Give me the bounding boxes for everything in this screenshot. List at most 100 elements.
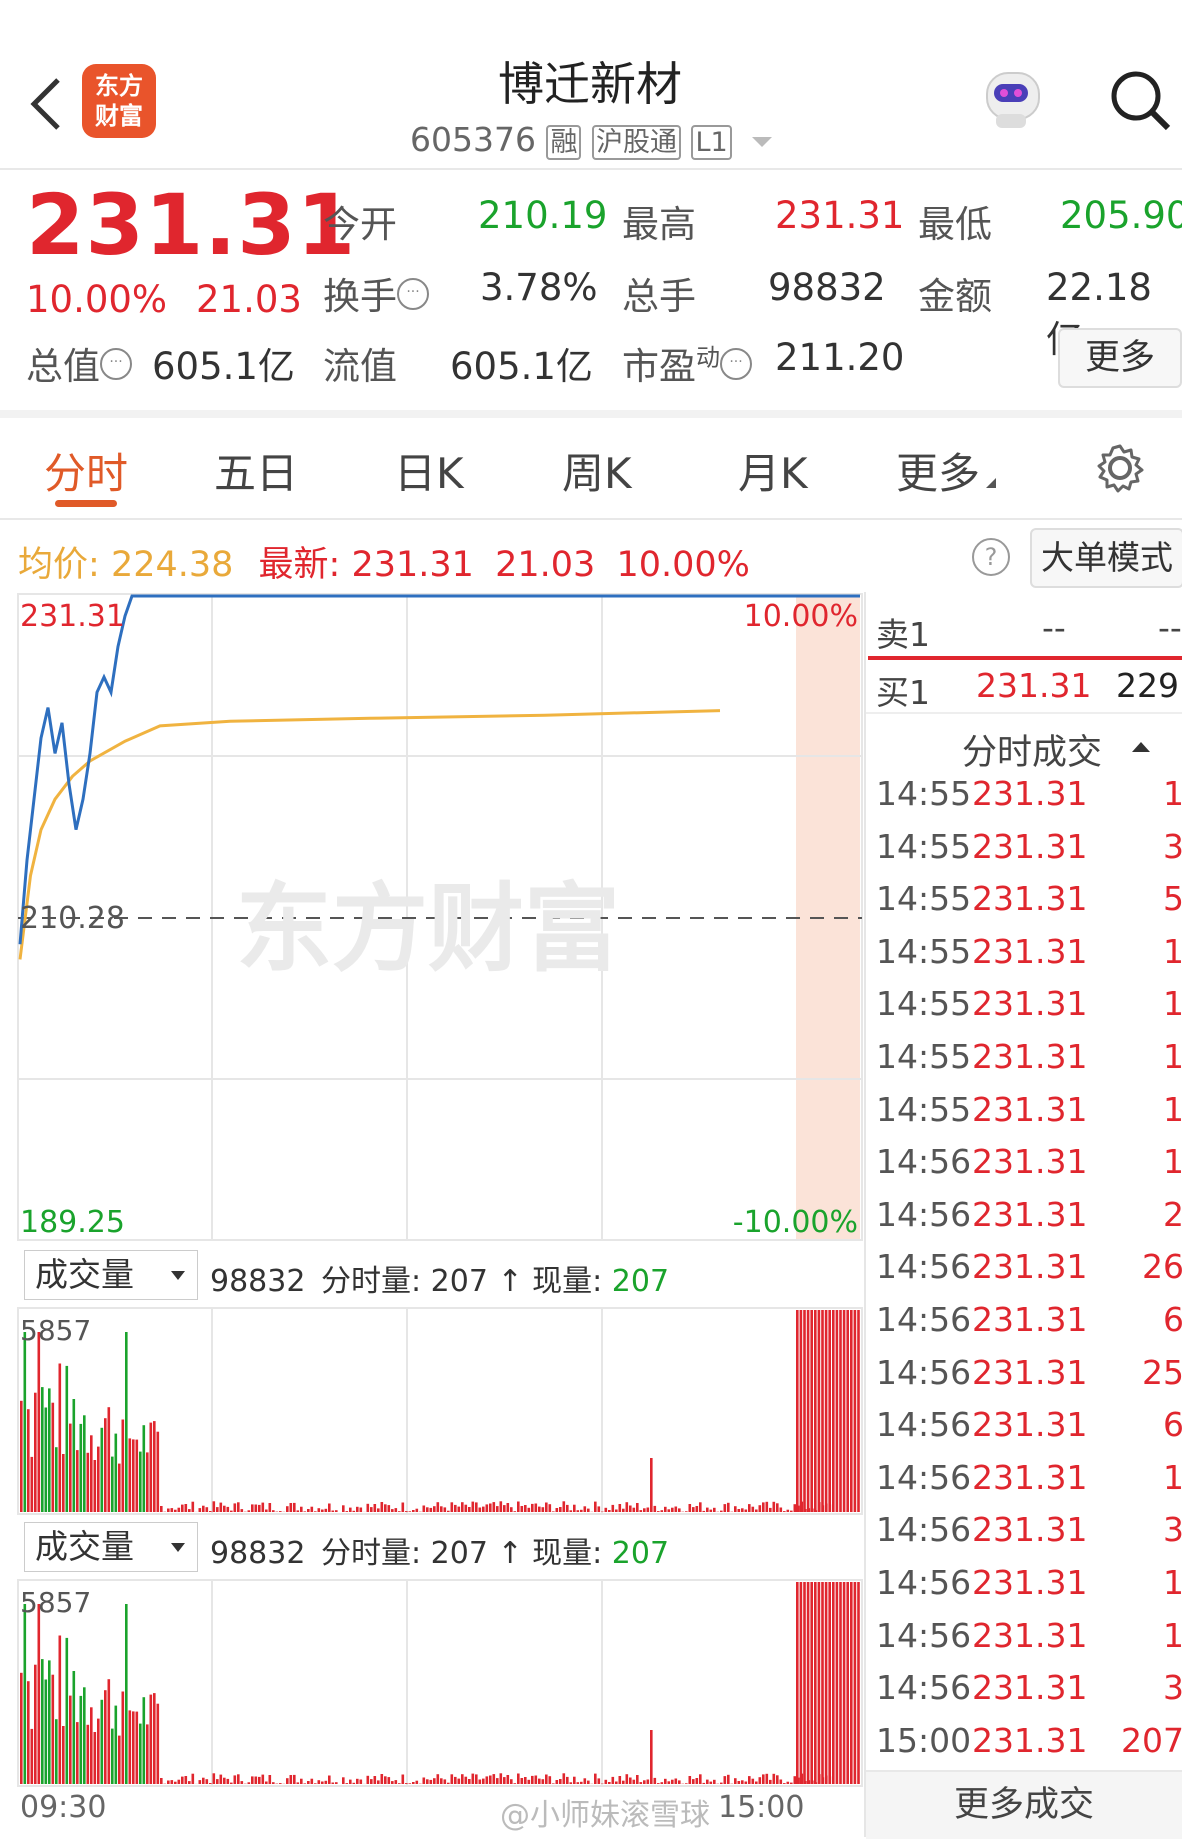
trade-qty: 1 (1163, 1142, 1182, 1181)
pe-sup: 动 (696, 344, 720, 372)
open-value: 210.19 (478, 194, 607, 237)
more-trades-label: 更多成交 (954, 1785, 1094, 1825)
volume-bar (762, 1502, 765, 1512)
trade-time: 14:55 (876, 774, 971, 813)
volume-bar (517, 1502, 520, 1513)
volume-bar (153, 1421, 156, 1512)
volume-bar (311, 1779, 314, 1784)
volume-bar (101, 1700, 104, 1784)
intraday-price-chart[interactable]: 东方财富 231.31 210.28 189.25 10.00% -10.00% (0, 592, 866, 1242)
volume-bar (608, 1782, 611, 1784)
volume-bar (800, 1582, 803, 1784)
volume-bar (689, 1504, 692, 1512)
tab-wuri[interactable]: 五日 (214, 440, 298, 501)
volume-select-1[interactable]: 成交量 (24, 1250, 198, 1300)
dropdown-icon[interactable] (752, 137, 772, 147)
volume-bar (94, 1732, 97, 1784)
corner-arrow-icon (986, 478, 996, 488)
volume-bar (612, 1505, 615, 1512)
volume-bar (55, 1719, 58, 1784)
tab-zhouk[interactable]: 周K (562, 440, 632, 501)
volume-bar (580, 1782, 583, 1784)
volume-bar (787, 1782, 790, 1784)
volume-bar (570, 1510, 573, 1512)
volume-bar (542, 1507, 545, 1512)
info-icon[interactable]: ··· (720, 348, 752, 380)
logo-line2: 财富 (82, 101, 156, 131)
volume-bar (440, 1778, 443, 1784)
volume-select-2[interactable]: 成交量 (24, 1522, 198, 1572)
tab-yuek[interactable]: 月K (738, 440, 808, 501)
help-icon[interactable]: ? (972, 538, 1010, 576)
trade-time: 14:56 (876, 1142, 971, 1181)
trade-qty: 2 (1163, 1195, 1182, 1234)
chevron-left-icon[interactable] (28, 76, 64, 132)
volume-bar (178, 1508, 181, 1512)
volume-bar (482, 1507, 485, 1512)
mktcap-label-text: 总值 (26, 345, 100, 388)
volume-bar (794, 1504, 797, 1512)
volume-bar (27, 1409, 30, 1512)
trade-price: 231.31 (972, 1458, 1087, 1497)
volume-bar (202, 1506, 205, 1512)
volume-bar (76, 1450, 79, 1512)
volume-bar (577, 1510, 580, 1512)
volume-bar (587, 1781, 590, 1784)
robot-avatar-icon[interactable] (978, 66, 1044, 132)
volume-bar (304, 1783, 307, 1784)
tab-more[interactable]: 更多 (896, 440, 996, 501)
open-label: 今开 (323, 194, 397, 248)
trade-qty: 1 (1163, 1037, 1182, 1076)
collapse-arrow-icon (1132, 742, 1150, 752)
volume-chart-2[interactable]: 5857 (0, 1578, 866, 1788)
volume-bar (780, 1780, 783, 1785)
trade-row: 14:55231.311 (876, 984, 1182, 1036)
volume-bar (227, 1507, 230, 1512)
tab-fenshi[interactable]: 分时 (44, 440, 128, 501)
volume-bar (416, 1509, 419, 1512)
volume-bar (486, 1776, 489, 1784)
dropdown-icon (171, 1271, 185, 1280)
big-order-button[interactable]: 大单模式 (1030, 528, 1182, 588)
volume-bar (171, 1508, 174, 1512)
volume-bar (626, 1502, 629, 1512)
search-icon[interactable] (1108, 68, 1174, 134)
mktcap-value: 605.1亿 (152, 336, 295, 390)
volume-bar (69, 1696, 72, 1784)
volume-bar (713, 1508, 716, 1512)
volume-bar (752, 1779, 755, 1784)
volume-bar (174, 1510, 177, 1512)
volume-bar (314, 1783, 317, 1784)
volume-chart-1[interactable]: 5857 (0, 1306, 866, 1516)
volume-info-1: 98832 分时量: 207 ↑ 现量: 207 (210, 1256, 669, 1300)
volume-bar (45, 1408, 48, 1513)
pe-label: 市盈动··· (622, 336, 752, 390)
volume-info-2: 98832 分时量: 207 ↑ 现量: 207 (210, 1528, 669, 1572)
info-icon[interactable]: ··· (100, 348, 132, 380)
volume-bar (475, 1502, 478, 1512)
volume-bar (538, 1507, 541, 1512)
settings-gear-icon[interactable] (1094, 442, 1146, 494)
info-icon[interactable]: ··· (397, 278, 429, 310)
volume-bar (115, 1706, 118, 1784)
volume-bar (461, 1774, 464, 1784)
volume-bar (556, 1508, 559, 1512)
volume-bar (619, 1776, 622, 1784)
trade-row: 14:56231.313 (876, 1510, 1182, 1562)
volume-bar (496, 1778, 499, 1784)
volume-bar (810, 1310, 813, 1512)
trade-row: 14:55231.311 (876, 774, 1182, 826)
volume-bar (783, 1783, 786, 1784)
trade-qty: 3 (1163, 827, 1182, 866)
volume-bar (762, 1774, 765, 1784)
volume-bar (76, 1722, 79, 1784)
trades-header[interactable]: 分时成交 (866, 712, 1182, 774)
trade-time: 14:56 (876, 1300, 971, 1339)
volume-bar (839, 1310, 842, 1512)
volume-bar (668, 1509, 671, 1512)
fen-volume-label: 分时量: (321, 1536, 421, 1571)
volume-bar (622, 1781, 625, 1784)
tab-rik[interactable]: 日K (394, 440, 464, 501)
more-quote-button[interactable]: 更多 (1058, 328, 1182, 388)
more-trades-button[interactable]: 更多成交 (866, 1770, 1182, 1839)
